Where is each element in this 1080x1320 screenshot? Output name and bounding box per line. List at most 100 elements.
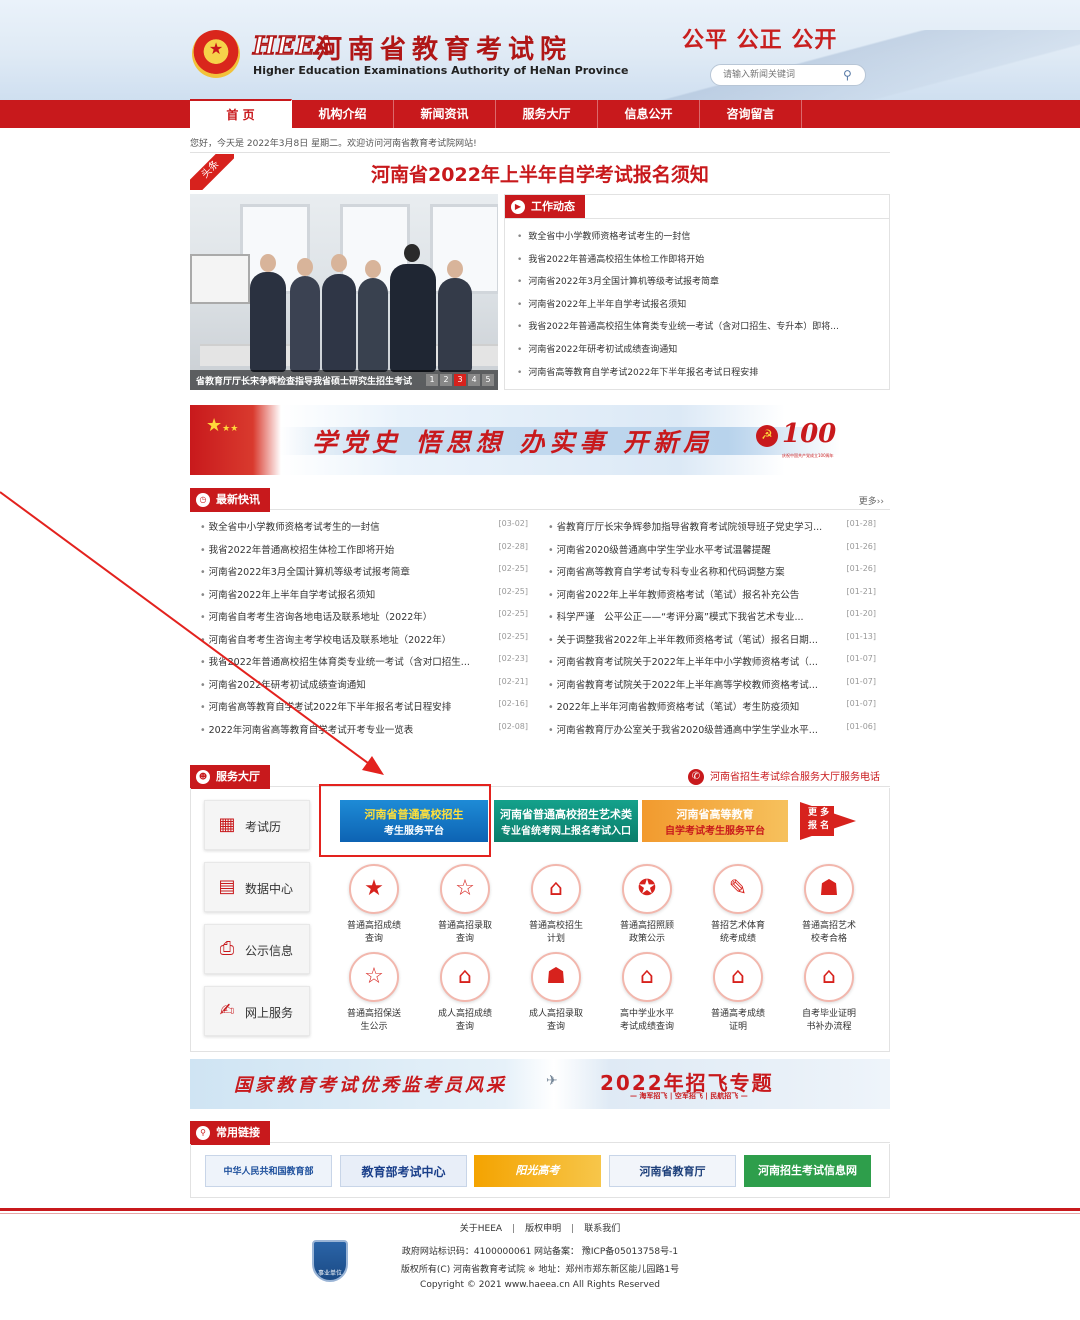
service-policy-notice[interactable]: ✪ 普通高招照顾 政策公示 — [612, 864, 682, 946]
slider-caption[interactable]: 省教育厅厅长宋争辉检查指导我省硕士研究生招生考试 — [196, 374, 412, 387]
centenary-number: 100 — [782, 419, 837, 449]
nav-about[interactable]: 机构介绍 — [292, 100, 394, 128]
service-academic-level-score[interactable]: ⌂ 高中学业水平 考试成绩查询 — [612, 952, 682, 1034]
list-item[interactable]: 河南省自考考生咨询主考学校电话及联系地址（2022年）[02-25] — [200, 632, 528, 655]
online-service-button[interactable]: ✍ 网上服务 — [204, 986, 310, 1036]
exam-calendar-button[interactable]: ▦ 考试历 — [204, 800, 310, 850]
list-item[interactable]: 河南省高等教育自学考试2022年下半年报名考试日程安排[02-16] — [200, 699, 528, 722]
news-photo-slider[interactable]: 省教育厅厅长宋争辉检查指导我省硕士研究生招生考试 1 2 3 4 5 — [190, 194, 498, 390]
list-item[interactable]: 河南省2020级普通高中学生学业水平考试温馨提醒[01-26] — [548, 542, 876, 565]
slider-page[interactable]: 4 — [468, 374, 480, 386]
list-item[interactable]: 河南省2022年研考初试成绩查询通知 — [517, 342, 877, 365]
list-item[interactable]: 河南省2022年3月全国计算机等级考试报考简章[02-25] — [200, 564, 528, 587]
logo-title[interactable]: 河南省教育考试院 — [316, 29, 572, 66]
proctor-banner-text[interactable]: 国家教育考试优秀监考员风采 — [234, 1071, 507, 1097]
service-phone[interactable]: ✆ 河南省招生考试综合服务大厅服务电话 — [688, 768, 880, 785]
list-item[interactable]: 省教育厅厅长宋争辉参加指导省教育考试院领导班子党史学习...[01-28] — [548, 519, 876, 542]
slider-page[interactable]: 5 — [482, 374, 494, 386]
link-moe[interactable]: 中华人民共和国教育部 — [205, 1155, 332, 1187]
list-item[interactable]: 河南省2022年上半年自学考试报名须知 — [517, 297, 877, 320]
building-icon: ⌂ — [549, 876, 563, 901]
photo-person — [390, 264, 436, 372]
list-item[interactable]: 河南省教育考试院关于2022年上半年中小学教师资格考试（...[01-07] — [548, 654, 876, 677]
public-info-button[interactable]: ⎙ 公示信息 — [204, 924, 310, 974]
art-exam-platform-button[interactable]: 河南省普通高校招生艺术类 专业省统考网上报名考试入口 — [494, 800, 638, 842]
photo-board — [190, 254, 250, 304]
list-item[interactable]: 我省2022年普通高校招生体育类专业统一考试（含对口招生、专升本）即将... — [517, 319, 877, 342]
self-exam-platform-button[interactable]: 河南省高等教育 自学考试考生服务平台 — [642, 800, 788, 842]
latest-news-title: 最新快讯 — [216, 493, 260, 506]
list-item[interactable]: 科学严谨 公平公正——“考评分离”模式下我省艺术专业...[01-20] — [548, 609, 876, 632]
service-art-school-exam[interactable]: ☗ 普通高招艺术 校考合格 — [794, 864, 864, 946]
service-adult-admission[interactable]: ☗ 成人高招录取 查询 — [521, 952, 591, 1034]
list-item[interactable]: 河南省2022年3月全国计算机等级考试报考简章 — [517, 274, 877, 297]
service-gaokao-admission[interactable]: ☆ 普通高招录取 查询 — [430, 864, 500, 946]
search-input[interactable] — [723, 67, 843, 83]
link-haeea[interactable]: 河南招生考试信息网 — [744, 1155, 871, 1187]
service-label: 查询 — [455, 1022, 474, 1032]
list-item[interactable]: 致全省中小学教师资格考试考生的一封信[03-02] — [200, 519, 528, 542]
nav-news[interactable]: 新闻资讯 — [394, 100, 496, 128]
footer-divider — [0, 1208, 1080, 1211]
service-adult-score[interactable]: ⌂ 成人高招成绩 查询 — [430, 952, 500, 1034]
links-tab[interactable]: ⚲ 常用链接 — [190, 1121, 270, 1145]
service-art-sport-score[interactable]: ✎ 普招艺术体育 统考成绩 — [703, 864, 773, 946]
nav-service-hall[interactable]: 服务大厅 — [496, 100, 598, 128]
list-item[interactable]: 我省2022年普通高校招生体检工作即将开始[02-28] — [200, 542, 528, 565]
footer-about-link[interactable]: 关于HEEA — [460, 1224, 502, 1234]
service-label: 普通高招艺术 — [801, 921, 856, 931]
service-label: 证明 — [728, 1022, 747, 1032]
party-history-banner[interactable]: ★★★ 学党史 悟思想 办实事 开新局 ☭ 100 庆祝中国共产党成立100周年 — [190, 405, 890, 475]
service-graduation-certificate[interactable]: ⌂ 自考毕业证明 书补办流程 — [794, 952, 864, 1034]
work-news-tab[interactable]: ▶ 工作动态 — [505, 195, 585, 219]
list-item[interactable]: 河南省2022年上半年自学考试报名须知[02-25] — [200, 587, 528, 610]
footer-contact-link[interactable]: 联系我们 — [584, 1224, 620, 1234]
more-registration-button[interactable]: 更 多 报 名 — [800, 802, 856, 840]
data-center-button[interactable]: ▤ 数据中心 — [204, 862, 310, 912]
list-item[interactable]: 我省2022年普通高校招生体育类专业统一考试（含对口招生...[02-23] — [200, 654, 528, 677]
service-score-certificate[interactable]: ⌂ 普通高考成绩 证明 — [703, 952, 773, 1034]
list-item[interactable]: 河南省自考考生咨询各地电话及联系地址（2022年）[02-25] — [200, 609, 528, 632]
list-item[interactable]: 河南省2022年研考初试成绩查询通知[02-21] — [200, 677, 528, 700]
list-item[interactable]: 河南省高等教育自学考试2022年下半年报名考试日程安排 — [517, 365, 877, 388]
list-item[interactable]: 河南省教育考试院关于2022年上半年高等学校教师资格考试...[01-07] — [548, 677, 876, 700]
nav-info-public[interactable]: 信息公开 — [598, 100, 700, 128]
list-item[interactable]: 河南省教育厅办公室关于我省2020级普通高中学生学业水平...[01-06] — [548, 722, 876, 745]
list-item[interactable]: 我省2022年普通高校招生体检工作即将开始 — [517, 252, 877, 275]
headline-title[interactable]: 河南省2022年上半年自学考试报名须知 — [190, 160, 890, 187]
link-neea[interactable]: 教育部考试中心 — [340, 1155, 467, 1187]
link-gaokao[interactable]: 阳光高考 — [474, 1155, 601, 1187]
list-item[interactable]: 河南省2022年上半年教师资格考试（笔试）报名补充公告[01-21] — [548, 587, 876, 610]
list-item[interactable]: 2022年上半年河南省教师资格考试（笔试）考生防疫须知[01-07] — [548, 699, 876, 722]
service-label: 计划 — [546, 934, 565, 944]
footer-copyright-link[interactable]: 版权申明 — [525, 1224, 561, 1234]
service-recommended-students[interactable]: ☆ 普通高招保送 生公示 — [339, 952, 409, 1034]
list-item[interactable]: 关于调整我省2022年上半年教师资格考试（笔试）报名日期...[01-13] — [548, 632, 876, 655]
latest-news-list-right: 省教育厅厅长宋争辉参加指导省教育考试院领导班子党史学习...[01-28] 河南… — [548, 519, 876, 744]
slider-page[interactable]: 2 — [440, 374, 452, 386]
user-service-icon: ✍ — [219, 1000, 235, 1021]
latest-news-more-link[interactable]: 更多›› — [859, 494, 884, 507]
phone-icon: ✆ — [688, 769, 704, 785]
list-item[interactable]: 河南省高等教育自学考试专科专业名称和代码调整方案[01-26] — [548, 564, 876, 587]
service-label: 查询 — [455, 934, 474, 944]
search-icon[interactable]: ⚲ — [843, 68, 857, 82]
nav-consult[interactable]: 咨询留言 — [700, 100, 802, 128]
slider-page[interactable]: 1 — [426, 374, 438, 386]
slider-page-active[interactable]: 3 — [454, 374, 466, 386]
list-item[interactable]: 致全省中小学教师资格考试考生的一封信 — [517, 229, 877, 252]
footer-copyright: Copyright © 2021 www.haeea.cn All Rights… — [420, 1280, 660, 1290]
building-icon: ⌂ — [458, 964, 472, 989]
service-hall-tab[interactable]: ☻ 服务大厅 — [190, 765, 270, 789]
service-enrollment-plan[interactable]: ⌂ 普通高校招生 计划 — [521, 864, 591, 946]
photo-person-head — [331, 254, 347, 272]
link-henan-edu[interactable]: 河南省教育厅 — [609, 1155, 736, 1187]
service-label: 成人高招成绩 — [437, 1009, 492, 1019]
service-gaokao-score[interactable]: ★ 普通高招成绩 查询 — [339, 864, 409, 946]
platform-label: 专业省统考网上报名考试入口 — [501, 826, 631, 837]
list-item[interactable]: 2022年河南省高等教育自学考试开考专业一览表[02-08] — [200, 722, 528, 745]
latest-news-tab[interactable]: ◷ 最新快讯 — [190, 488, 270, 512]
service-label: 政策公示 — [628, 934, 665, 944]
nav-home[interactable]: 首 页 — [190, 99, 292, 129]
logo-subtitle: Higher Education Examinations Authority … — [253, 64, 629, 77]
